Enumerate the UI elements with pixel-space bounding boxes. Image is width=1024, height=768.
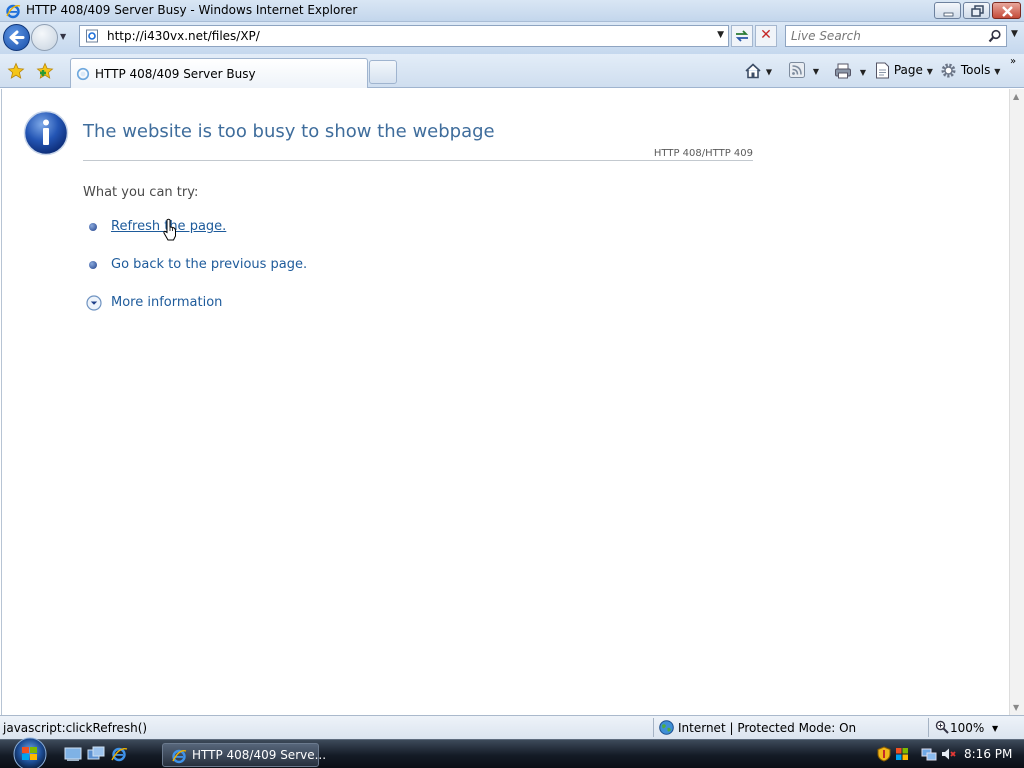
title-bar: HTTP 408/409 Server Busy - Windows Inter…: [0, 0, 1024, 22]
address-input[interactable]: http://i430vx.net/files/XP/: [107, 29, 260, 43]
ie-logo-icon: [172, 749, 187, 764]
expand-chevron-icon[interactable]: [86, 295, 102, 311]
search-icon[interactable]: [988, 29, 1002, 43]
recent-pages-dropdown[interactable]: ▼: [60, 32, 66, 41]
tools-menu[interactable]: Tools ▼: [940, 62, 1000, 80]
status-bar: javascript:clickRefresh() Internet | Pro…: [0, 715, 1024, 739]
security-zone[interactable]: Internet | Protected Mode: On: [678, 721, 856, 735]
zoom-level[interactable]: 100%: [950, 721, 984, 735]
info-icon: [23, 110, 69, 156]
minimize-button[interactable]: [934, 2, 961, 19]
address-bar[interactable]: http://i430vx.net/files/XP/ ▼: [79, 25, 729, 47]
search-options-dropdown[interactable]: ▼: [1011, 29, 1018, 39]
loading-icon: [76, 67, 90, 81]
refresh-button[interactable]: [731, 25, 753, 47]
restore-button[interactable]: [963, 2, 990, 19]
show-desktop-icon[interactable]: [64, 746, 82, 762]
page-dropdown-icon[interactable]: ▼: [927, 67, 933, 76]
scroll-down-icon[interactable]: ▼: [1013, 703, 1019, 712]
try-label: What you can try:: [83, 185, 199, 200]
taskbar-ie-label: HTTP 408/409 Serve...: [192, 748, 327, 762]
bullet-icon: [89, 223, 97, 231]
close-button[interactable]: [992, 2, 1021, 19]
taskbar-ie-window[interactable]: HTTP 408/409 Serve...: [162, 743, 326, 767]
page-icon: [86, 29, 98, 43]
page-content: The website is too busy to show the webp…: [1, 89, 1009, 715]
back-arrow-icon: [9, 30, 25, 45]
page-menu[interactable]: Page ▼: [875, 62, 933, 80]
system-tray: 8:16 PM: [868, 741, 1024, 767]
home-button[interactable]: ▼: [744, 62, 772, 80]
bullet-icon: [89, 261, 97, 269]
feeds-dropdown-icon[interactable]: ▼: [813, 67, 819, 76]
tab-bar: HTTP 408/409 Server Busy ▼ ▼ ▼ Page ▼ To…: [0, 54, 1024, 88]
go-back-link[interactable]: Go back to the previous page.: [111, 257, 307, 272]
scroll-up-icon[interactable]: ▲: [1013, 92, 1019, 101]
search-input[interactable]: Live Search: [791, 29, 861, 43]
tab-active[interactable]: HTTP 408/409 Server Busy: [70, 58, 368, 88]
taskbar: HTTP 408/409 Serve... 8:16 PM: [0, 737, 1024, 768]
clock[interactable]: 8:16 PM: [964, 747, 1012, 761]
search-box[interactable]: Live Search: [785, 25, 1007, 47]
hand-cursor-icon: [163, 218, 176, 241]
favorites-star-icon[interactable]: [7, 62, 25, 80]
new-tab-button[interactable]: [369, 60, 397, 84]
home-dropdown-icon[interactable]: ▼: [766, 68, 772, 77]
status-text: javascript:clickRefresh(): [3, 721, 148, 735]
start-button[interactable]: [9, 737, 51, 768]
security-shield-icon[interactable]: [876, 746, 892, 762]
back-button[interactable]: [3, 24, 30, 51]
globe-icon: [659, 720, 674, 735]
gear-icon: [941, 63, 956, 78]
zoom-icon[interactable]: [935, 720, 949, 734]
page-menu-label: Page: [893, 63, 923, 77]
print-dropdown-icon[interactable]: ▼: [860, 68, 866, 77]
zoom-dropdown-icon[interactable]: ▼: [992, 724, 998, 733]
title-divider: [83, 160, 753, 161]
switch-windows-icon[interactable]: [87, 746, 105, 762]
error-code-label: HTTP 408/HTTP 409: [653, 148, 753, 159]
home-icon: [745, 63, 761, 79]
status-divider: [653, 718, 654, 737]
printer-icon: [835, 63, 851, 79]
windows-update-icon[interactable]: [894, 746, 910, 762]
address-dropdown-icon[interactable]: ▼: [717, 30, 724, 40]
navigation-bar: ▼ http://i430vx.net/files/XP/ ▼ ✕ Live S…: [0, 22, 1024, 54]
tools-menu-label: Tools: [960, 63, 991, 77]
forward-button[interactable]: [31, 24, 58, 51]
network-icon[interactable]: [921, 746, 937, 762]
status-divider: [928, 718, 929, 737]
page-menu-icon: [876, 62, 889, 79]
feeds-button[interactable]: ▼: [789, 62, 819, 80]
add-favorites-icon[interactable]: [36, 62, 54, 80]
stop-button[interactable]: ✕: [755, 25, 777, 47]
ie-logo-icon: [6, 4, 21, 19]
tools-dropdown-icon[interactable]: ▼: [994, 67, 1000, 76]
tab-label: HTTP 408/409 Server Busy: [95, 67, 256, 81]
window-title: HTTP 408/409 Server Busy - Windows Inter…: [26, 3, 358, 17]
feeds-icon: [789, 62, 805, 78]
page-title: The website is too busy to show the webp…: [83, 121, 495, 142]
volume-muted-icon[interactable]: [940, 746, 956, 762]
ie-logo-icon[interactable]: [110, 746, 128, 762]
print-button[interactable]: ▼: [834, 62, 866, 80]
vertical-scrollbar[interactable]: ▲ ▼: [1009, 89, 1024, 715]
refresh-icon: [735, 30, 749, 42]
more-information-link[interactable]: More information: [111, 295, 222, 310]
chevron-right-icon[interactable]: »: [1010, 56, 1016, 74]
